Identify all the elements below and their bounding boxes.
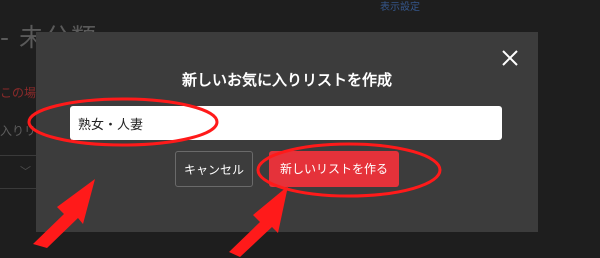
chevron-down-icon: ﹀ [20,165,31,178]
cancel-button[interactable]: キャンセル [175,151,253,187]
close-button[interactable] [499,47,521,69]
list-name-input[interactable] [70,106,502,140]
background-top-link: 表示設定 [380,2,420,13]
background-label: 入りリ [0,124,37,138]
create-list-modal: 新しいお気に入りリストを作成 キャンセル 新しいリストを作る [36,32,538,232]
create-list-button[interactable]: 新しいリストを作る [269,151,399,187]
close-icon [502,50,518,66]
modal-title: 新しいお気に入りリストを作成 [181,71,392,89]
